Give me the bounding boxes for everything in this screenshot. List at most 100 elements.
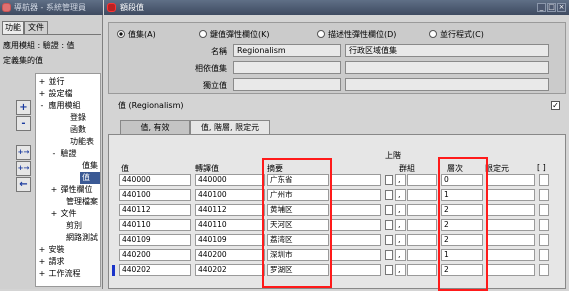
tree-node-manage-files[interactable]: 管理檔案 xyxy=(66,196,98,208)
description-extra-cell[interactable] xyxy=(331,249,381,261)
qualifier-cell[interactable] xyxy=(487,174,535,186)
parent-checkbox[interactable] xyxy=(385,250,393,260)
tree-node-flexfield[interactable]: + 彈性欄位 xyxy=(50,184,93,196)
dependent-value-set-field[interactable] xyxy=(233,61,341,74)
value-cell[interactable]: 440110 xyxy=(119,219,191,231)
tree-toggle[interactable]: - xyxy=(50,148,58,160)
group-value-cell[interactable] xyxy=(407,234,437,246)
qualifier-cell[interactable] xyxy=(487,219,535,231)
tree-toggle[interactable]: + xyxy=(38,76,46,88)
parent-checkbox[interactable] xyxy=(385,235,393,245)
dependent-description-field[interactable] xyxy=(345,61,549,74)
description-extra-cell[interactable] xyxy=(331,234,381,246)
tree-node-application[interactable]: - 應用模組 xyxy=(38,100,81,112)
parent-checkbox[interactable] xyxy=(385,175,393,185)
value-set-description-field[interactable]: 行政区域值集 xyxy=(345,44,549,57)
maximize-button[interactable]: □ xyxy=(547,3,556,12)
tree-node-requests[interactable]: + 請求 xyxy=(38,256,65,268)
tree-toggle[interactable]: + xyxy=(38,88,46,100)
parent-checkbox[interactable] xyxy=(385,220,393,230)
parent-checkbox[interactable] xyxy=(385,190,393,200)
tree-toggle[interactable]: + xyxy=(38,268,46,280)
tree-node-documents[interactable]: + 文件 xyxy=(50,208,77,220)
translated-value-cell[interactable]: 440202 xyxy=(195,264,265,276)
group-cell[interactable]: , xyxy=(395,204,406,216)
qualifier-cell[interactable] xyxy=(487,204,535,216)
translated-value-cell[interactable]: 440000 xyxy=(195,174,265,186)
parent-checkbox[interactable] xyxy=(385,265,393,275)
radio-value-set[interactable]: 值集(A) xyxy=(117,29,156,40)
group-cell[interactable]: , xyxy=(395,234,406,246)
group-cell[interactable]: , xyxy=(395,249,406,261)
tree-toggle[interactable]: + xyxy=(50,208,58,220)
description-extra-cell[interactable] xyxy=(331,189,381,201)
radio-key-flexfield[interactable]: 鍵值彈性欄位(K) xyxy=(199,29,270,40)
translated-value-cell[interactable]: 440109 xyxy=(195,234,265,246)
tree-toggle[interactable]: - xyxy=(38,100,46,112)
tree-node-menu[interactable]: 功能表 xyxy=(70,136,94,148)
tree-node-values[interactable]: 值 xyxy=(80,172,100,184)
qualifier-bracket-cell[interactable] xyxy=(539,234,549,246)
value-cell[interactable]: 440000 xyxy=(119,174,191,186)
qualifier-bracket-cell[interactable] xyxy=(539,174,549,186)
tree-toggle[interactable]: + xyxy=(38,244,46,256)
minimize-button[interactable]: _ xyxy=(537,3,546,12)
radio-concurrent-program[interactable]: 並行程式(C) xyxy=(429,29,484,40)
translated-value-cell[interactable]: 440112 xyxy=(195,204,265,216)
tree-node-workflow[interactable]: + 工作流程 xyxy=(38,268,81,280)
expand-button[interactable]: + xyxy=(16,100,31,115)
tree-node-profile[interactable]: + 設定檔 xyxy=(38,88,73,100)
qualifier-cell[interactable] xyxy=(487,264,535,276)
group-cell[interactable]: , xyxy=(395,189,406,201)
collapse-all-button[interactable]: ← xyxy=(16,177,31,192)
qualifier-bracket-cell[interactable] xyxy=(539,249,549,261)
expand-branch-button[interactable]: +→ xyxy=(16,145,31,160)
description-extra-cell[interactable] xyxy=(331,204,381,216)
group-value-cell[interactable] xyxy=(407,249,437,261)
collapse-button[interactable]: - xyxy=(16,116,31,131)
description-extra-cell[interactable] xyxy=(331,174,381,186)
group-value-cell[interactable] xyxy=(407,204,437,216)
radio-descriptive-flexfield[interactable]: 描述性彈性欄位(D) xyxy=(317,29,396,40)
tree-toggle[interactable]: + xyxy=(50,184,58,196)
group-value-cell[interactable] xyxy=(407,174,437,186)
qualifier-cell[interactable] xyxy=(487,249,535,261)
tree-node-category[interactable]: 剪別 xyxy=(66,220,82,232)
qualifier-bracket-cell[interactable] xyxy=(539,219,549,231)
tree-node-function[interactable]: 函數 xyxy=(70,124,86,136)
parent-checkbox[interactable] xyxy=(385,205,393,215)
translated-value-cell[interactable]: 440100 xyxy=(195,189,265,201)
group-cell[interactable]: , xyxy=(395,264,406,276)
value-set-name-field[interactable]: Regionalism xyxy=(233,44,341,57)
tree-node-network-test[interactable]: 網路測試 xyxy=(66,232,98,244)
value-cell[interactable]: 440202 xyxy=(119,264,191,276)
value-cell[interactable]: 440100 xyxy=(119,189,191,201)
translated-value-cell[interactable]: 440110 xyxy=(195,219,265,231)
tree-toggle[interactable]: + xyxy=(38,256,46,268)
qualifier-bracket-cell[interactable] xyxy=(539,189,549,201)
section-checkbox[interactable]: ✓ xyxy=(551,101,560,110)
qualifier-bracket-cell[interactable] xyxy=(539,264,549,276)
qualifier-cell[interactable] xyxy=(487,234,535,246)
group-cell[interactable]: , xyxy=(395,219,406,231)
independent-value-field[interactable] xyxy=(233,78,341,91)
independent-description-field[interactable] xyxy=(345,78,549,91)
group-cell[interactable]: , xyxy=(395,174,406,186)
close-button[interactable]: × xyxy=(557,3,566,12)
tab-documents[interactable]: 文件 xyxy=(24,21,48,34)
tree-node-value-set[interactable]: 值集 xyxy=(82,160,98,172)
tab-functions[interactable]: 功能 xyxy=(2,21,24,34)
value-cell[interactable]: 440200 xyxy=(119,249,191,261)
expand-all-button[interactable]: +→ xyxy=(16,161,31,176)
value-cell[interactable]: 440112 xyxy=(119,204,191,216)
qualifier-bracket-cell[interactable] xyxy=(539,204,549,216)
tree-node-concurrent[interactable]: + 並行 xyxy=(38,76,65,88)
qualifier-cell[interactable] xyxy=(487,189,535,201)
tab-values-hierarchy-qualifiers[interactable]: 值, 階層, 限定元 xyxy=(190,120,270,135)
description-extra-cell[interactable] xyxy=(331,264,381,276)
tree-node-install[interactable]: + 安裝 xyxy=(38,244,65,256)
group-value-cell[interactable] xyxy=(407,189,437,201)
description-extra-cell[interactable] xyxy=(331,219,381,231)
translated-value-cell[interactable]: 440200 xyxy=(195,249,265,261)
tree-node-validation[interactable]: - 驗證 xyxy=(50,148,77,160)
